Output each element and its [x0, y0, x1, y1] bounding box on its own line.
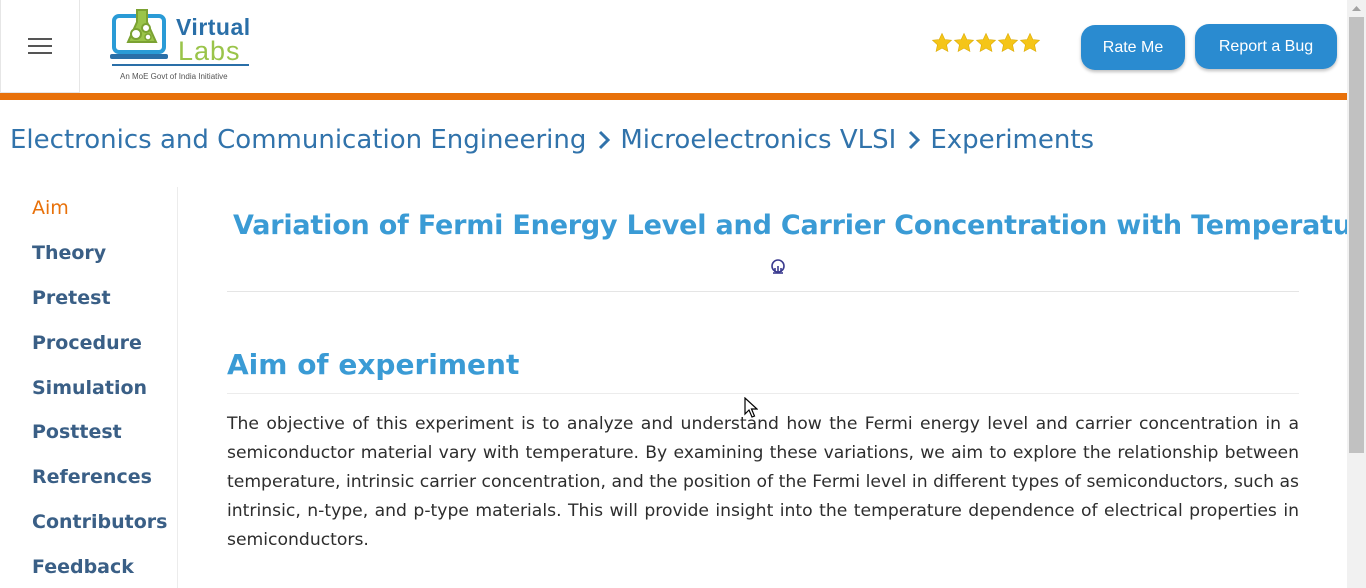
breadcrumb-lab[interactable]: Microelectronics VLSI: [620, 125, 896, 155]
breadcrumb: Electronics and Communication Engineerin…: [10, 125, 1094, 155]
logo-text-labs: Labs: [178, 36, 241, 66]
mouse-cursor-icon: [744, 397, 758, 418]
sidebar-item-aim[interactable]: Aim: [32, 197, 69, 219]
institute-logo-icon: [771, 259, 785, 274]
report-bug-button[interactable]: Report a Bug: [1195, 24, 1337, 69]
hamburger-menu-button[interactable]: [0, 0, 80, 93]
experiment-sidebar: Aim Theory Pretest Procedure Simulation …: [0, 187, 178, 588]
logo-underline: [112, 64, 249, 66]
aim-description: The objective of this experiment is to a…: [227, 414, 1299, 550]
sidebar-item-posttest[interactable]: Posttest: [32, 421, 122, 443]
rate-me-button[interactable]: Rate Me: [1081, 25, 1185, 70]
sidebar-item-pretest[interactable]: Pretest: [32, 287, 111, 309]
breadcrumb-experiments[interactable]: Experiments: [930, 125, 1094, 155]
scrollbar-thumb[interactable]: [1349, 17, 1364, 453]
page-scrollbar[interactable]: [1347, 0, 1366, 588]
star-rating[interactable]: [931, 32, 1041, 54]
sidebar-item-contributors[interactable]: Contributors: [32, 511, 167, 533]
hamburger-menu-icon: [28, 33, 52, 59]
sidebar-item-procedure[interactable]: Procedure: [32, 332, 142, 354]
aim-divider: [227, 393, 1299, 394]
chevron-right-icon: [599, 130, 611, 150]
virtual-labs-logo[interactable]: Virtual Labs An MoE Govt of India Initia…: [108, 6, 258, 86]
star-icon: [975, 32, 997, 52]
site-header: Virtual Labs An MoE Govt of India Initia…: [0, 0, 1347, 93]
sidebar-item-theory[interactable]: Theory: [32, 242, 106, 264]
breadcrumb-discipline[interactable]: Electronics and Communication Engineerin…: [10, 125, 586, 155]
header-accent-bar: [0, 93, 1347, 100]
aim-heading: Aim of experiment: [227, 348, 520, 381]
lab-flask-icon: [110, 9, 168, 59]
chevron-right-icon: [909, 130, 921, 150]
scroll-up-arrow-icon[interactable]: [1347, 0, 1366, 16]
sidebar-item-feedback[interactable]: Feedback: [32, 556, 134, 578]
star-icon: [997, 32, 1019, 52]
sidebar-item-references[interactable]: References: [32, 466, 152, 488]
star-icon: [931, 32, 953, 52]
experiment-title: Variation of Fermi Energy Level and Carr…: [233, 210, 1366, 241]
logo-tagline: An MoE Govt of India Initiative: [120, 72, 228, 81]
star-icon: [953, 32, 975, 52]
sidebar-item-simulation[interactable]: Simulation: [32, 377, 147, 399]
star-icon: [1019, 32, 1041, 52]
title-divider: [227, 291, 1299, 292]
